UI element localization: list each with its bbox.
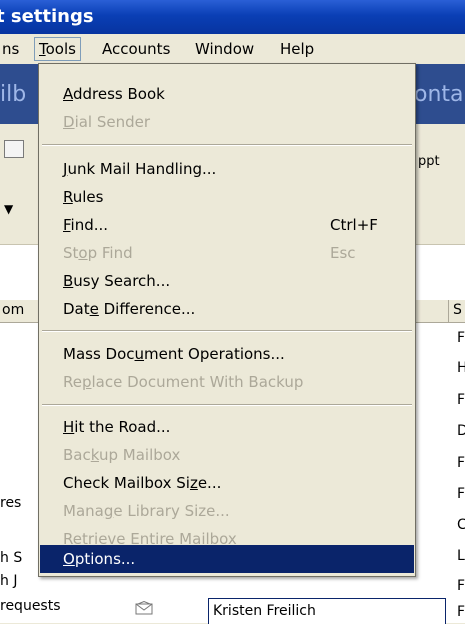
window-title-bar: t settings [0,0,465,34]
menu-item-label: Mass Document Operations... [63,345,285,363]
toolbar-text: ppt [418,154,440,169]
menu-item-label-text-rest: up Mailbox [98,446,181,464]
menu-item-label-text: Dat [63,300,90,318]
menu-tools[interactable]: Tools [34,37,81,61]
menu-help-label: Help [280,40,315,58]
menu-item-label-text: Bac [63,446,91,464]
menu-item-rules[interactable]: Rules [40,183,414,211]
menu-item-label-text-rest: lace Document With Backup [91,373,304,391]
menu-bar: ns Tools Accounts Window Help [0,34,465,64]
menu-item-dial-sender: Dial Sender [40,108,414,136]
banner-text-left: ilb [0,82,27,107]
menu-item-manage-library-size: Manage Library Size... [40,497,414,525]
menu-item-backup-mailbox: Backup Mailbox [40,441,414,469]
row-letter: F [457,486,465,502]
column-header-right[interactable]: S [448,300,465,322]
menu-item-label-text: Mass Doc [63,345,135,363]
menu-accounts-label: Accounts [102,40,171,58]
column-header-left[interactable]: om [2,302,24,318]
row-letter: F [457,604,465,620]
menu-item-options[interactable]: Options... [40,545,414,573]
menu-item-label-text-rest: Difference... [98,300,196,318]
menu-item-replace-document-with-backup: Replace Document With Backup [40,368,414,396]
window-title: t settings [0,6,94,27]
menu-help[interactable]: Help [276,38,318,60]
row-letter: F [457,330,465,346]
menu-item-label-text: Check Mailbox Si [63,474,190,492]
menu-item-address-book[interactable]: Address Book [40,80,414,108]
menu-item-label-text: Mana [63,502,104,520]
menu-item-label: Find... [63,216,109,234]
menu-label: ns [2,40,20,58]
menu-file-partial[interactable]: ns [0,38,23,60]
menu-item-label-text: ial Sender [74,113,151,131]
envelope-icon [135,601,153,615]
menu-item-mass-document-operations[interactable]: Mass Document Operations... [40,340,414,368]
menu-window-label: Window [195,40,255,58]
menu-item-label-text-rest: e... [197,474,222,492]
menu-item-busy-search[interactable]: Busy Search... [40,267,414,295]
menu-item-label-text: unk Mail Handling... [67,160,217,178]
row-letter: C [457,517,465,533]
menu-item-label: Rules [63,188,104,206]
menu-item-date-difference[interactable]: Date Difference... [40,295,414,323]
menu-item-junk-mail-handling[interactable]: Junk Mail Handling... [40,155,414,183]
menu-item-label: Check Mailbox Size... [63,474,222,492]
row-letter: L [457,548,465,564]
menu-item-label-text: ules [72,188,104,206]
menu-item-label: Manage Library Size... [63,502,230,520]
menu-item-label-text-rest: e Library Size... [113,502,230,520]
tools-menu: Address Book Dial Sender Junk Mail Handl… [38,63,416,577]
menu-item-label: Busy Search... [63,272,171,290]
column-header-right-label: S [453,302,462,318]
menu-item-label-text: ptions... [74,550,136,568]
sender-cell[interactable]: Kristen Freilich [208,598,446,624]
row-text: res [0,495,22,511]
menu-item-label: Hit the Road... [63,418,171,436]
menu-item-stop-find: Stop Find Esc [40,239,414,267]
toolbar-icon[interactable] [4,140,24,158]
menu-item-find[interactable]: Find... Ctrl+F [40,211,414,239]
dropdown-arrow-icon[interactable]: ▼ [4,202,13,216]
row-letter: D [457,423,465,439]
menu-separator [42,404,412,406]
banner-text-right: onta [414,82,464,107]
menu-item-label: Dial Sender [63,113,151,131]
menu-item-label-text: St [63,244,79,262]
menu-separator [42,144,412,146]
menu-item-label-text-rest: p Find [87,244,133,262]
menu-item-check-mailbox-size[interactable]: Check Mailbox Size... [40,469,414,497]
row-text: requests [0,598,61,614]
menu-window[interactable]: Window [191,38,258,60]
menu-item-label: Address Book [63,85,165,103]
menu-accounts[interactable]: Accounts [98,38,174,60]
menu-item-label-text-rest: ment Operations... [144,345,285,363]
menu-tools-label-rest: ools [45,40,76,58]
row-text: h J [0,573,18,589]
menu-tools-label: T [39,40,46,58]
menu-item-shortcut: Ctrl+F [330,216,378,234]
menu-item-label-text: ddress Book [73,85,165,103]
menu-item-label: Date Difference... [63,300,196,318]
menu-item-label-text: it the Road... [74,418,171,436]
menu-item-hit-the-road[interactable]: Hit the Road... [40,413,414,441]
menu-item-label: Options... [63,550,136,568]
menu-separator [42,330,412,332]
menu-item-label-text: ind... [70,216,109,234]
row-letter: F [457,578,465,594]
menu-item-label: Backup Mailbox [63,446,181,464]
row-letter: F [457,392,465,408]
row-text: h S [0,550,23,566]
sender-name: Kristen Freilich [213,603,316,619]
menu-item-label-text: usy Search... [73,272,171,290]
menu-item-label: Replace Document With Backup [63,373,304,391]
row-letter: H [457,360,465,376]
menu-item-label: Stop Find [63,244,133,262]
menu-item-label-text: Re [63,373,82,391]
menu-item-label: Junk Mail Handling... [63,160,217,178]
row-letter: F [457,455,465,471]
menu-item-shortcut: Esc [330,244,356,262]
